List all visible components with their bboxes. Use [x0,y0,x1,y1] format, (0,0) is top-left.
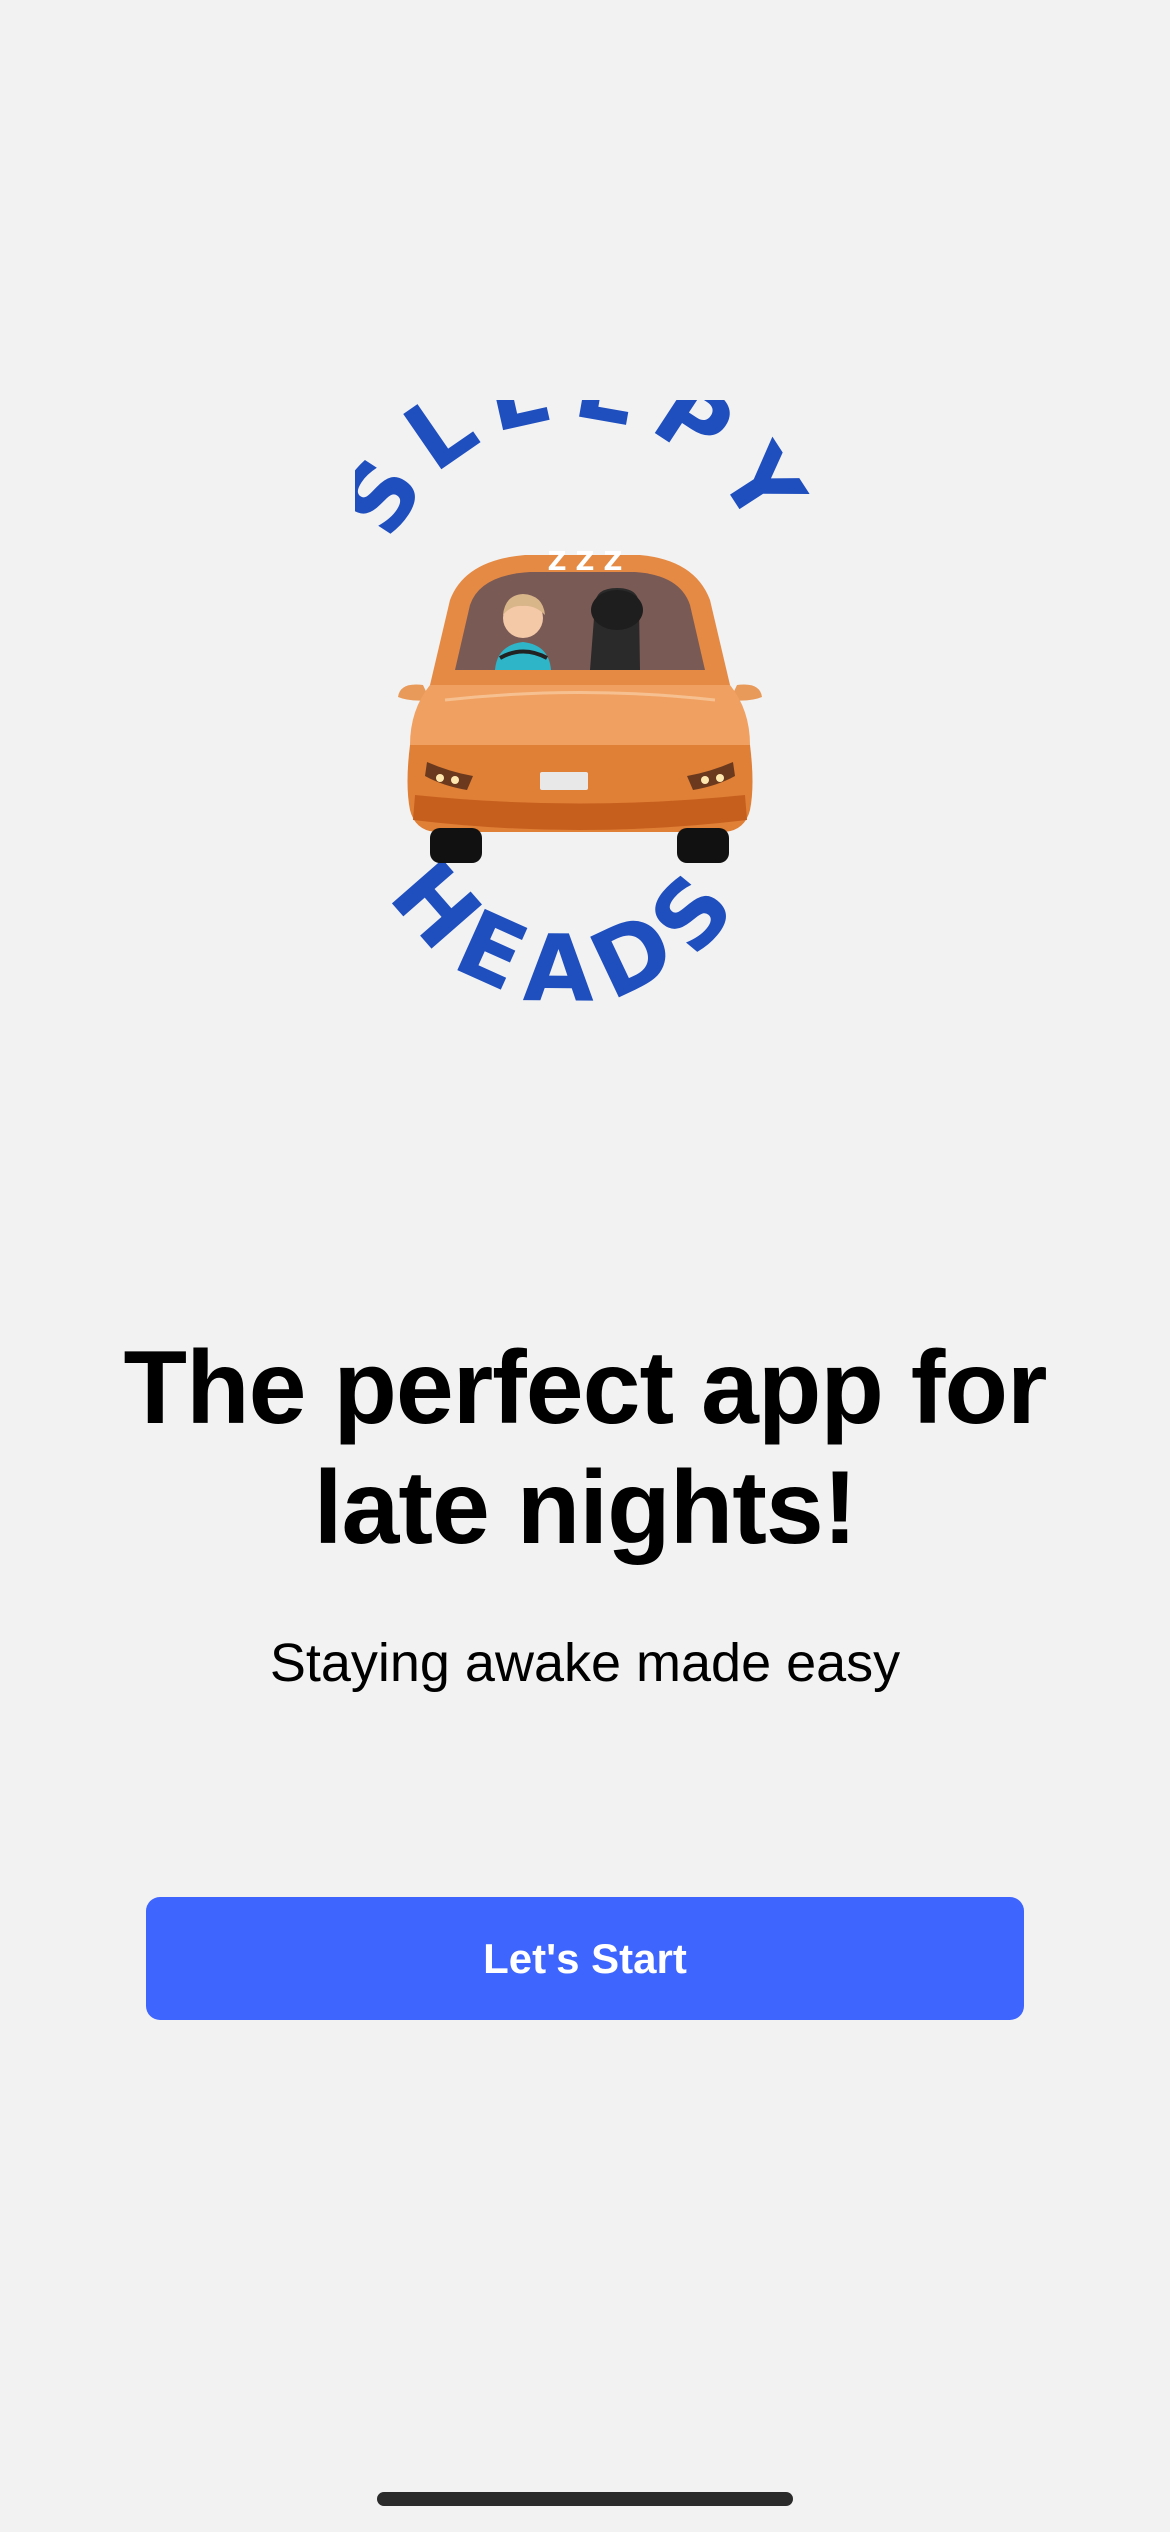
headline-line-2: late nights! [313,1450,858,1566]
page-subtitle: Staying awake made easy [269,1633,901,1693]
home-indicator[interactable] [377,2492,793,2506]
lets-start-button[interactable]: Let's Start [146,1897,1024,2020]
page-headline: The perfect app for late nights! [40,1328,1130,1568]
snore-z-icon: Z Z Z [548,547,623,577]
logo-top-text-path: SLEEPY [355,400,815,554]
logo-bottom-text: HEADS [370,841,765,1023]
car-icon [398,555,762,863]
logo-bottom-text-path: HEADS [370,841,749,1023]
logo-top-text: SLEEPY [355,400,815,554]
headline-line-1: The perfect app for [123,1330,1048,1446]
sleepy-heads-logo: SLEEPY HEADS [355,400,815,1060]
car-logo-illustration: SLEEPY HEADS [355,400,815,1023]
